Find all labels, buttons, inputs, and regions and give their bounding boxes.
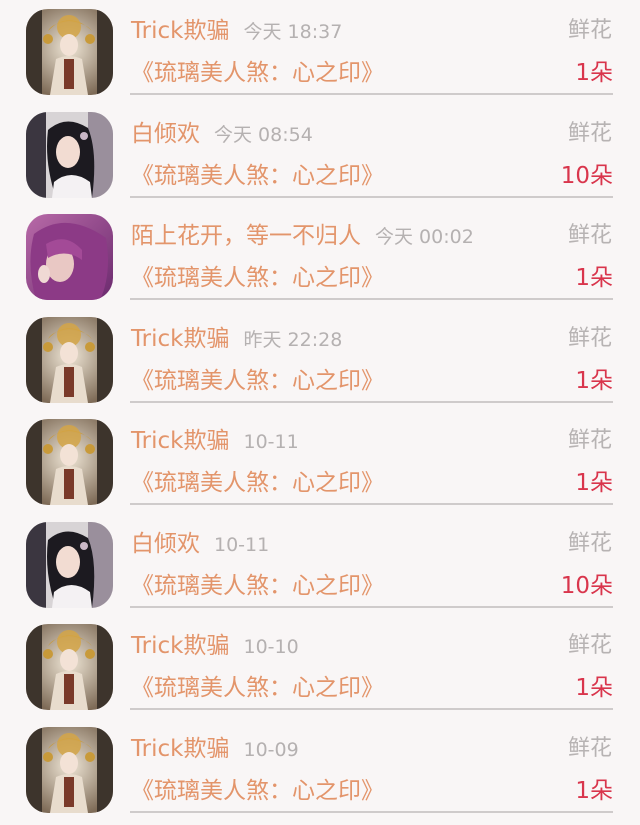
gift-quantity: 1朵 <box>575 777 613 804</box>
record-time: 10-11 <box>243 431 299 453</box>
record-time: 今天 00:02 <box>375 226 474 248</box>
row-divider <box>130 93 613 95</box>
ancient-costume-portrait-icon <box>26 9 113 95</box>
user-name-text: Trick欺骗 <box>131 325 230 352</box>
book-title[interactable]: 《琉璃美人煞：心之印》 <box>131 673 384 703</box>
avatar[interactable] <box>26 726 113 813</box>
row-divider <box>130 298 613 300</box>
gift-quantity: 10朵 <box>560 162 613 189</box>
user-name-text: Trick欺骗 <box>131 428 230 454</box>
avatar[interactable] <box>26 9 113 95</box>
avatar[interactable] <box>26 214 113 300</box>
user-name-text: Trick欺骗 <box>131 18 230 44</box>
user-name[interactable]: Trick欺骗 10-11 <box>131 426 299 457</box>
ancient-costume-portrait-icon <box>26 726 113 813</box>
user-name-text: 白倾欢 <box>131 120 200 147</box>
gift-record-row[interactable]: Trick欺骗 10-11 鲜花 《琉璃美人煞：心之印》 1朵 <box>0 410 640 512</box>
row-divider <box>130 605 613 608</box>
gift-type-label: 鲜花 <box>567 223 612 248</box>
user-name[interactable]: Trick欺骗 10-10 <box>131 631 299 662</box>
gift-record-row[interactable]: Trick欺骗 10-10 鲜花 《琉璃美人煞：心之印》 1朵 <box>0 615 640 717</box>
gift-record-row[interactable]: 白倾欢 今天 08:54 鲜花 《琉璃美人煞：心之印》 10朵 <box>0 103 640 205</box>
gift-record-row[interactable]: Trick欺骗 今天 18:37 鲜花 《琉璃美人煞：心之印》 1朵 <box>0 0 640 102</box>
user-name-text: 白倾欢 <box>131 530 200 557</box>
avatar[interactable] <box>26 624 113 710</box>
user-name[interactable]: 白倾欢 10-11 <box>131 529 269 560</box>
user-name[interactable]: Trick欺骗 昨天 22:28 <box>131 324 342 355</box>
book-title[interactable]: 《琉璃美人煞：心之印》 <box>131 58 384 88</box>
record-time: 今天 18:37 <box>243 21 343 43</box>
user-name-text: 陌上花开，等一不归人 <box>131 223 361 249</box>
gift-quantity: 10朵 <box>560 572 613 599</box>
record-time: 10-10 <box>243 636 299 658</box>
gift-quantity: 1朵 <box>575 60 613 86</box>
gift-type-label: 鲜花 <box>567 428 612 453</box>
row-divider <box>130 400 613 403</box>
ancient-costume-portrait-icon <box>26 624 113 710</box>
book-title[interactable]: 《琉璃美人煞：心之印》 <box>131 468 384 498</box>
book-title[interactable]: 《琉璃美人煞：心之印》 <box>131 571 384 601</box>
user-name-text: Trick欺骗 <box>131 735 230 762</box>
avatar[interactable] <box>26 316 113 403</box>
gift-quantity: 1朵 <box>575 470 613 496</box>
user-name-text: Trick欺骗 <box>131 633 230 659</box>
user-name[interactable]: 陌上花开，等一不归人 今天 00:02 <box>131 221 474 252</box>
ancient-costume-portrait-icon <box>26 316 113 403</box>
user-name[interactable]: Trick欺骗 今天 18:37 <box>131 16 342 47</box>
gift-quantity: 1朵 <box>575 265 613 291</box>
girl-portrait-icon <box>26 111 113 198</box>
row-divider <box>130 503 613 505</box>
girl-portrait-icon <box>26 521 113 608</box>
gift-record-row[interactable]: 陌上花开，等一不归人 今天 00:02 鲜花 《琉璃美人煞：心之印》 1朵 <box>0 205 640 307</box>
record-time: 10-11 <box>214 533 270 556</box>
avatar[interactable] <box>26 521 113 608</box>
record-time: 10-09 <box>243 738 299 761</box>
record-time: 昨天 22:28 <box>243 328 343 351</box>
gift-record-list: Trick欺骗 今天 18:37 鲜花 《琉璃美人煞：心之印》 1朵 白倾欢 今天 … <box>0 0 640 825</box>
gift-quantity: 1朵 <box>575 367 613 394</box>
user-name[interactable]: Trick欺骗 10-09 <box>131 734 299 765</box>
gift-type-label: 鲜花 <box>567 530 612 556</box>
record-time: 今天 08:54 <box>214 123 313 146</box>
gift-type-label: 鲜花 <box>567 120 612 146</box>
gift-type-label: 鲜花 <box>567 633 612 658</box>
gift-type-label: 鲜花 <box>567 325 612 351</box>
ancient-costume-portrait-icon <box>26 419 113 505</box>
user-name[interactable]: 白倾欢 今天 08:54 <box>131 119 313 150</box>
gift-quantity: 1朵 <box>575 675 613 701</box>
gift-type-label: 鲜花 <box>567 735 612 761</box>
gift-record-row[interactable]: Trick欺骗 10-09 鲜花 《琉璃美人煞：心之印》 1朵 <box>0 718 640 820</box>
book-title[interactable]: 《琉璃美人煞：心之印》 <box>131 161 384 191</box>
avatar[interactable] <box>26 419 113 505</box>
book-title[interactable]: 《琉璃美人煞：心之印》 <box>131 776 384 806</box>
row-divider <box>130 810 613 813</box>
gift-record-row[interactable]: Trick欺骗 昨天 22:28 鲜花 《琉璃美人煞：心之印》 1朵 <box>0 308 640 410</box>
book-title[interactable]: 《琉璃美人煞：心之印》 <box>131 263 384 293</box>
row-divider <box>130 195 613 198</box>
gift-type-label: 鲜花 <box>567 18 612 43</box>
avatar[interactable] <box>26 111 113 198</box>
gift-record-row[interactable]: 白倾欢 10-11 鲜花 《琉璃美人煞：心之印》 10朵 <box>0 513 640 615</box>
row-divider <box>130 708 613 710</box>
book-title[interactable]: 《琉璃美人煞：心之印》 <box>131 366 384 396</box>
purple-hair-girl-icon <box>26 214 113 300</box>
